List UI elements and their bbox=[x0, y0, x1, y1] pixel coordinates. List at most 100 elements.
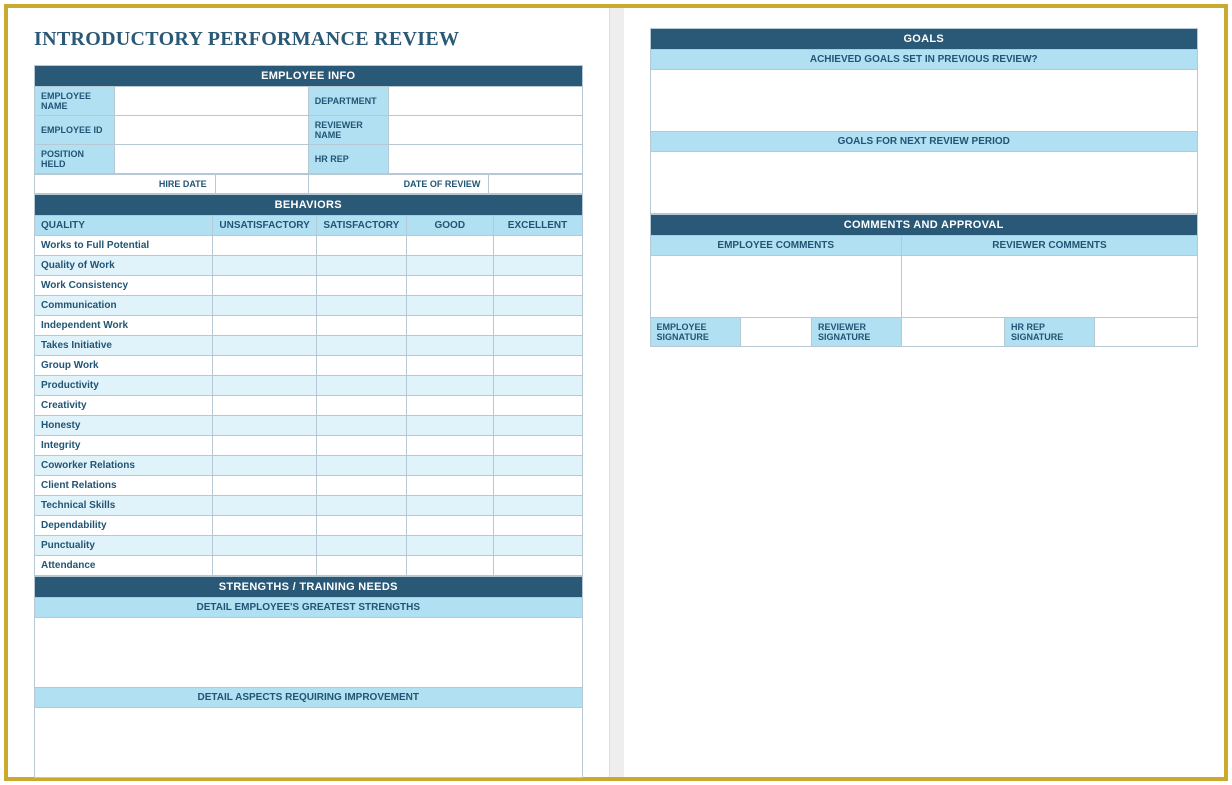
behavior-rating-cell[interactable] bbox=[493, 516, 582, 536]
behavior-rating-cell[interactable] bbox=[406, 296, 493, 316]
behavior-rating-cell[interactable] bbox=[316, 516, 406, 536]
input-employee-comments[interactable] bbox=[650, 256, 902, 318]
behavior-label: Quality of Work bbox=[35, 256, 213, 276]
behavior-rating-cell[interactable] bbox=[493, 456, 582, 476]
behavior-rating-cell[interactable] bbox=[213, 336, 316, 356]
input-reviewer-signature[interactable] bbox=[902, 318, 1005, 347]
behavior-rating-cell[interactable] bbox=[316, 336, 406, 356]
behavior-rating-cell[interactable] bbox=[406, 376, 493, 396]
input-position-held[interactable] bbox=[115, 145, 309, 174]
input-reviewer-comments[interactable] bbox=[902, 256, 1198, 318]
behavior-rating-cell[interactable] bbox=[406, 496, 493, 516]
behavior-rating-cell[interactable] bbox=[213, 276, 316, 296]
behavior-rating-cell[interactable] bbox=[406, 236, 493, 256]
label-hr-rep-signature: HR REP SIGNATURE bbox=[1004, 318, 1094, 347]
input-goals-achieved[interactable] bbox=[650, 70, 1198, 132]
input-date-of-review[interactable] bbox=[489, 175, 582, 194]
behavior-rating-cell[interactable] bbox=[406, 256, 493, 276]
behavior-rating-cell[interactable] bbox=[213, 516, 316, 536]
behavior-rating-cell[interactable] bbox=[213, 536, 316, 556]
behavior-rating-cell[interactable] bbox=[316, 456, 406, 476]
behavior-rating-cell[interactable] bbox=[493, 336, 582, 356]
input-improvement[interactable] bbox=[35, 708, 583, 778]
behavior-rating-cell[interactable] bbox=[213, 436, 316, 456]
behaviors-header: BEHAVIORS bbox=[35, 195, 583, 216]
behavior-rating-cell[interactable] bbox=[213, 376, 316, 396]
label-hr-rep: HR REP bbox=[308, 145, 388, 174]
behavior-rating-cell[interactable] bbox=[406, 396, 493, 416]
behavior-rating-cell[interactable] bbox=[406, 316, 493, 336]
behavior-rating-cell[interactable] bbox=[493, 536, 582, 556]
behavior-rating-cell[interactable] bbox=[406, 476, 493, 496]
behavior-label: Technical Skills bbox=[35, 496, 213, 516]
behavior-rating-cell[interactable] bbox=[316, 356, 406, 376]
behavior-rating-cell[interactable] bbox=[213, 496, 316, 516]
input-reviewer-name[interactable] bbox=[388, 116, 582, 145]
strengths-sub1: DETAIL EMPLOYEE'S GREATEST STRENGTHS bbox=[35, 598, 583, 618]
behavior-rating-cell[interactable] bbox=[493, 356, 582, 376]
behavior-rating-cell[interactable] bbox=[316, 476, 406, 496]
input-hr-rep[interactable] bbox=[388, 145, 582, 174]
behavior-rating-cell[interactable] bbox=[406, 416, 493, 436]
behavior-rating-cell[interactable] bbox=[316, 256, 406, 276]
behavior-rating-cell[interactable] bbox=[493, 316, 582, 336]
behavior-rating-cell[interactable] bbox=[493, 416, 582, 436]
input-employee-id[interactable] bbox=[115, 116, 309, 145]
behavior-rating-cell[interactable] bbox=[316, 496, 406, 516]
behavior-rating-cell[interactable] bbox=[213, 356, 316, 376]
page-gap bbox=[610, 8, 624, 777]
input-goals-next[interactable] bbox=[650, 152, 1198, 214]
behavior-rating-cell[interactable] bbox=[406, 276, 493, 296]
input-hire-date[interactable] bbox=[215, 175, 308, 194]
behaviors-table: BEHAVIORS QUALITY UNSATISFACTORY SATISFA… bbox=[34, 194, 583, 576]
behavior-rating-cell[interactable] bbox=[316, 396, 406, 416]
input-department[interactable] bbox=[388, 87, 582, 116]
behavior-rating-cell[interactable] bbox=[406, 456, 493, 476]
behavior-rating-cell[interactable] bbox=[213, 476, 316, 496]
behavior-rating-cell[interactable] bbox=[213, 396, 316, 416]
behavior-rating-cell[interactable] bbox=[316, 376, 406, 396]
input-hr-rep-signature[interactable] bbox=[1094, 318, 1197, 347]
input-employee-name[interactable] bbox=[115, 87, 309, 116]
behavior-rating-cell[interactable] bbox=[213, 456, 316, 476]
behavior-rating-cell[interactable] bbox=[316, 236, 406, 256]
behavior-rating-cell[interactable] bbox=[316, 556, 406, 576]
behavior-rating-cell[interactable] bbox=[493, 396, 582, 416]
behavior-rating-cell[interactable] bbox=[316, 436, 406, 456]
goals-table: GOALS ACHIEVED GOALS SET IN PREVIOUS REV… bbox=[650, 28, 1199, 214]
behavior-rating-cell[interactable] bbox=[316, 536, 406, 556]
behavior-rating-cell[interactable] bbox=[316, 296, 406, 316]
behavior-rating-cell[interactable] bbox=[493, 376, 582, 396]
behavior-rating-cell[interactable] bbox=[493, 476, 582, 496]
behavior-rating-cell[interactable] bbox=[406, 556, 493, 576]
behavior-rating-cell[interactable] bbox=[213, 316, 316, 336]
behavior-rating-cell[interactable] bbox=[213, 556, 316, 576]
behavior-rating-cell[interactable] bbox=[406, 336, 493, 356]
behavior-label: Creativity bbox=[35, 396, 213, 416]
behavior-rating-cell[interactable] bbox=[316, 316, 406, 336]
label-employee-name: EMPLOYEE NAME bbox=[35, 87, 115, 116]
behavior-rating-cell[interactable] bbox=[406, 356, 493, 376]
label-employee-signature: EMPLOYEE SIGNATURE bbox=[650, 318, 740, 347]
behavior-rating-cell[interactable] bbox=[213, 416, 316, 436]
behavior-rating-cell[interactable] bbox=[493, 276, 582, 296]
behavior-rating-cell[interactable] bbox=[316, 276, 406, 296]
input-employee-signature[interactable] bbox=[740, 318, 812, 347]
behavior-rating-cell[interactable] bbox=[406, 516, 493, 536]
behavior-row: Attendance bbox=[35, 556, 583, 576]
behavior-rating-cell[interactable] bbox=[493, 496, 582, 516]
behavior-rating-cell[interactable] bbox=[493, 236, 582, 256]
behavior-rating-cell[interactable] bbox=[406, 436, 493, 456]
behavior-rating-cell[interactable] bbox=[213, 296, 316, 316]
behavior-rating-cell[interactable] bbox=[493, 556, 582, 576]
behavior-rating-cell[interactable] bbox=[213, 236, 316, 256]
behavior-rating-cell[interactable] bbox=[316, 416, 406, 436]
input-strengths[interactable] bbox=[35, 618, 583, 688]
behavior-label: Coworker Relations bbox=[35, 456, 213, 476]
behavior-rating-cell[interactable] bbox=[493, 436, 582, 456]
behavior-rating-cell[interactable] bbox=[493, 296, 582, 316]
behavior-rating-cell[interactable] bbox=[213, 256, 316, 276]
label-date-of-review: DATE OF REVIEW bbox=[308, 175, 489, 194]
behavior-rating-cell[interactable] bbox=[406, 536, 493, 556]
behavior-rating-cell[interactable] bbox=[493, 256, 582, 276]
